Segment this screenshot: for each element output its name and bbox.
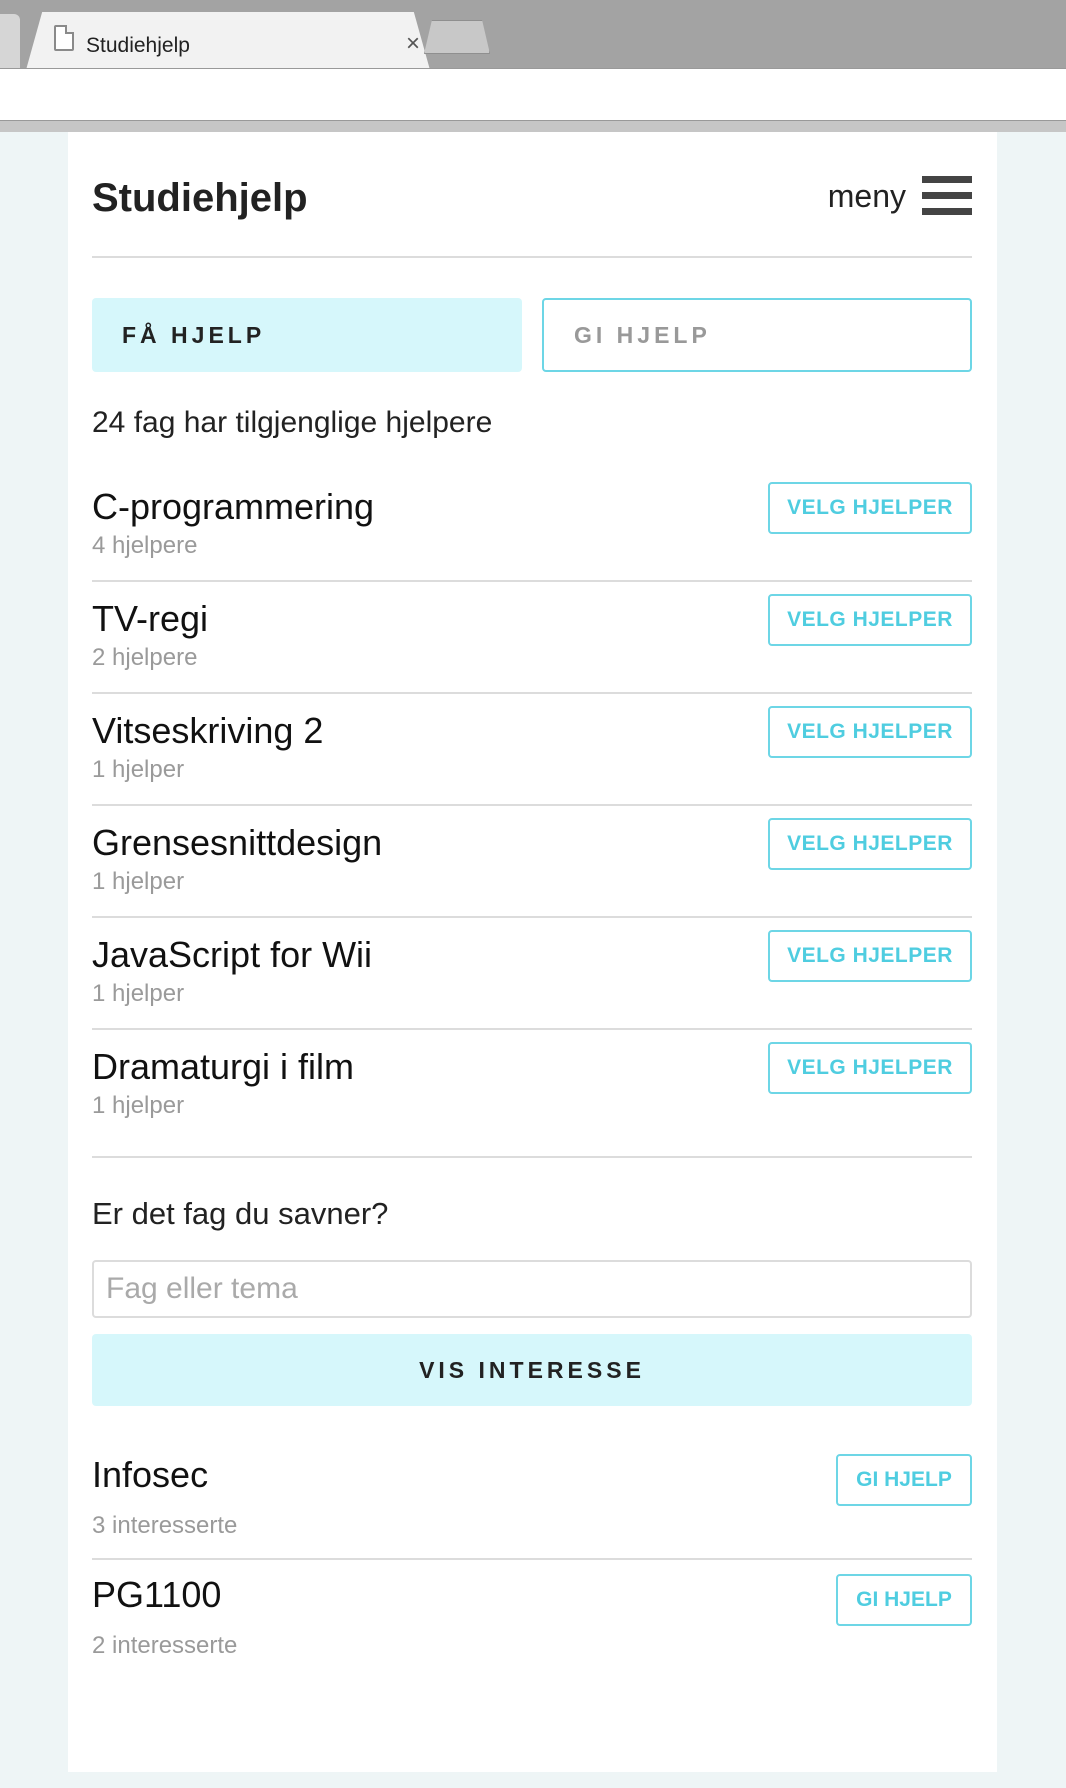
hamburger-menu-icon[interactable] [922,174,972,218]
tab-strip: × Studiehjelp × [0,0,1066,70]
toolbar-divider [0,120,1066,132]
page: Studiehjelp meny FÅ HJELP GI HJELP 24 fa… [68,132,997,1772]
list-item: PG1100 2 interesserte GI HJELP [92,1560,972,1680]
subject-name: JavaScript for Wii [92,934,373,975]
choose-helper-button[interactable]: VELG HJELPER [768,482,972,534]
available-subjects-count: 24 fag har tilgjenglige hjelpere [92,406,493,439]
choose-helper-button[interactable]: VELG HJELPER [768,1042,972,1094]
browser-toolbar [0,68,1066,121]
choose-helper-button[interactable]: VELG HJELPER [768,818,972,870]
subject-name: Vitseskriving 2 [92,710,324,751]
subject-name: TV-regi [92,598,209,639]
main-content: Studiehjelp meny FÅ HJELP GI HJELP 24 fa… [92,132,972,1680]
interest-subject-name: Infosec [92,1454,209,1495]
subject-name: Dramaturgi i film [92,1046,355,1087]
helper-count: 1 hjelper [92,980,185,1007]
interested-count: 3 interesserte [92,1512,238,1539]
helper-count: 4 hjelpere [92,532,198,559]
subject-list: C-programmering 4 hjelpere VELG HJELPER … [92,470,972,1142]
help-mode-toggle: FÅ HJELP GI HJELP [92,298,972,372]
list-item: Dramaturgi i film 1 hjelper VELG HJELPER [92,1030,972,1142]
missing-subject-heading: Er det fag du savner? [92,1196,389,1231]
choose-helper-button[interactable]: VELG HJELPER [768,594,972,646]
list-item: Grensesnittdesign 1 hjelper VELG HJELPER [92,806,972,918]
tab-title: Studiehjelp [86,34,190,57]
list-item: JavaScript for Wii 1 hjelper VELG HJELPE… [92,918,972,1030]
active-tab[interactable]: Studiehjelp × [26,12,430,70]
menu-button[interactable]: meny [828,174,972,218]
list-item: Infosec 3 interesserte GI HJELP [92,1440,972,1560]
document-icon [54,25,74,51]
get-help-tab[interactable]: FÅ HJELP [92,298,522,372]
choose-helper-button[interactable]: VELG HJELPER [768,930,972,982]
browser-chrome: × Studiehjelp × [0,0,1066,132]
give-help-button[interactable]: GI HJELP [836,1574,972,1626]
site-title: Studiehjelp [92,176,308,220]
subject-name: C-programmering [92,486,375,527]
list-item: C-programmering 4 hjelpere VELG HJELPER [92,470,972,582]
list-item: TV-regi 2 hjelpere VELG HJELPER [92,582,972,694]
list-item: Vitseskriving 2 1 hjelper VELG HJELPER [92,694,972,806]
interest-subject-name: PG1100 [92,1574,222,1615]
give-help-tab[interactable]: GI HJELP [542,298,972,372]
previous-tab[interactable]: × [0,14,20,68]
helper-count: 2 hjelpere [92,644,198,671]
give-help-button[interactable]: GI HJELP [836,1454,972,1506]
helper-count: 1 hjelper [92,868,185,895]
interested-count: 2 interesserte [92,1632,238,1659]
new-tab-button[interactable] [424,20,490,54]
show-interest-button[interactable]: VIS INTERESSE [92,1334,972,1406]
menu-label[interactable]: meny [828,178,906,215]
address-bar[interactable] [0,69,1066,121]
subject-name: Grensesnittdesign [92,822,383,863]
helper-count: 1 hjelper [92,756,185,783]
interest-list: Infosec 3 interesserte GI HJELP PG1100 2… [92,1440,972,1680]
missing-subject-section: Er det fag du savner? VIS INTERESSE [92,1156,972,1406]
subject-input[interactable] [92,1260,972,1318]
choose-helper-button[interactable]: VELG HJELPER [768,706,972,758]
close-icon[interactable]: × [406,32,420,56]
site-header: Studiehjelp meny [92,132,972,258]
helper-count: 1 hjelper [92,1092,185,1119]
